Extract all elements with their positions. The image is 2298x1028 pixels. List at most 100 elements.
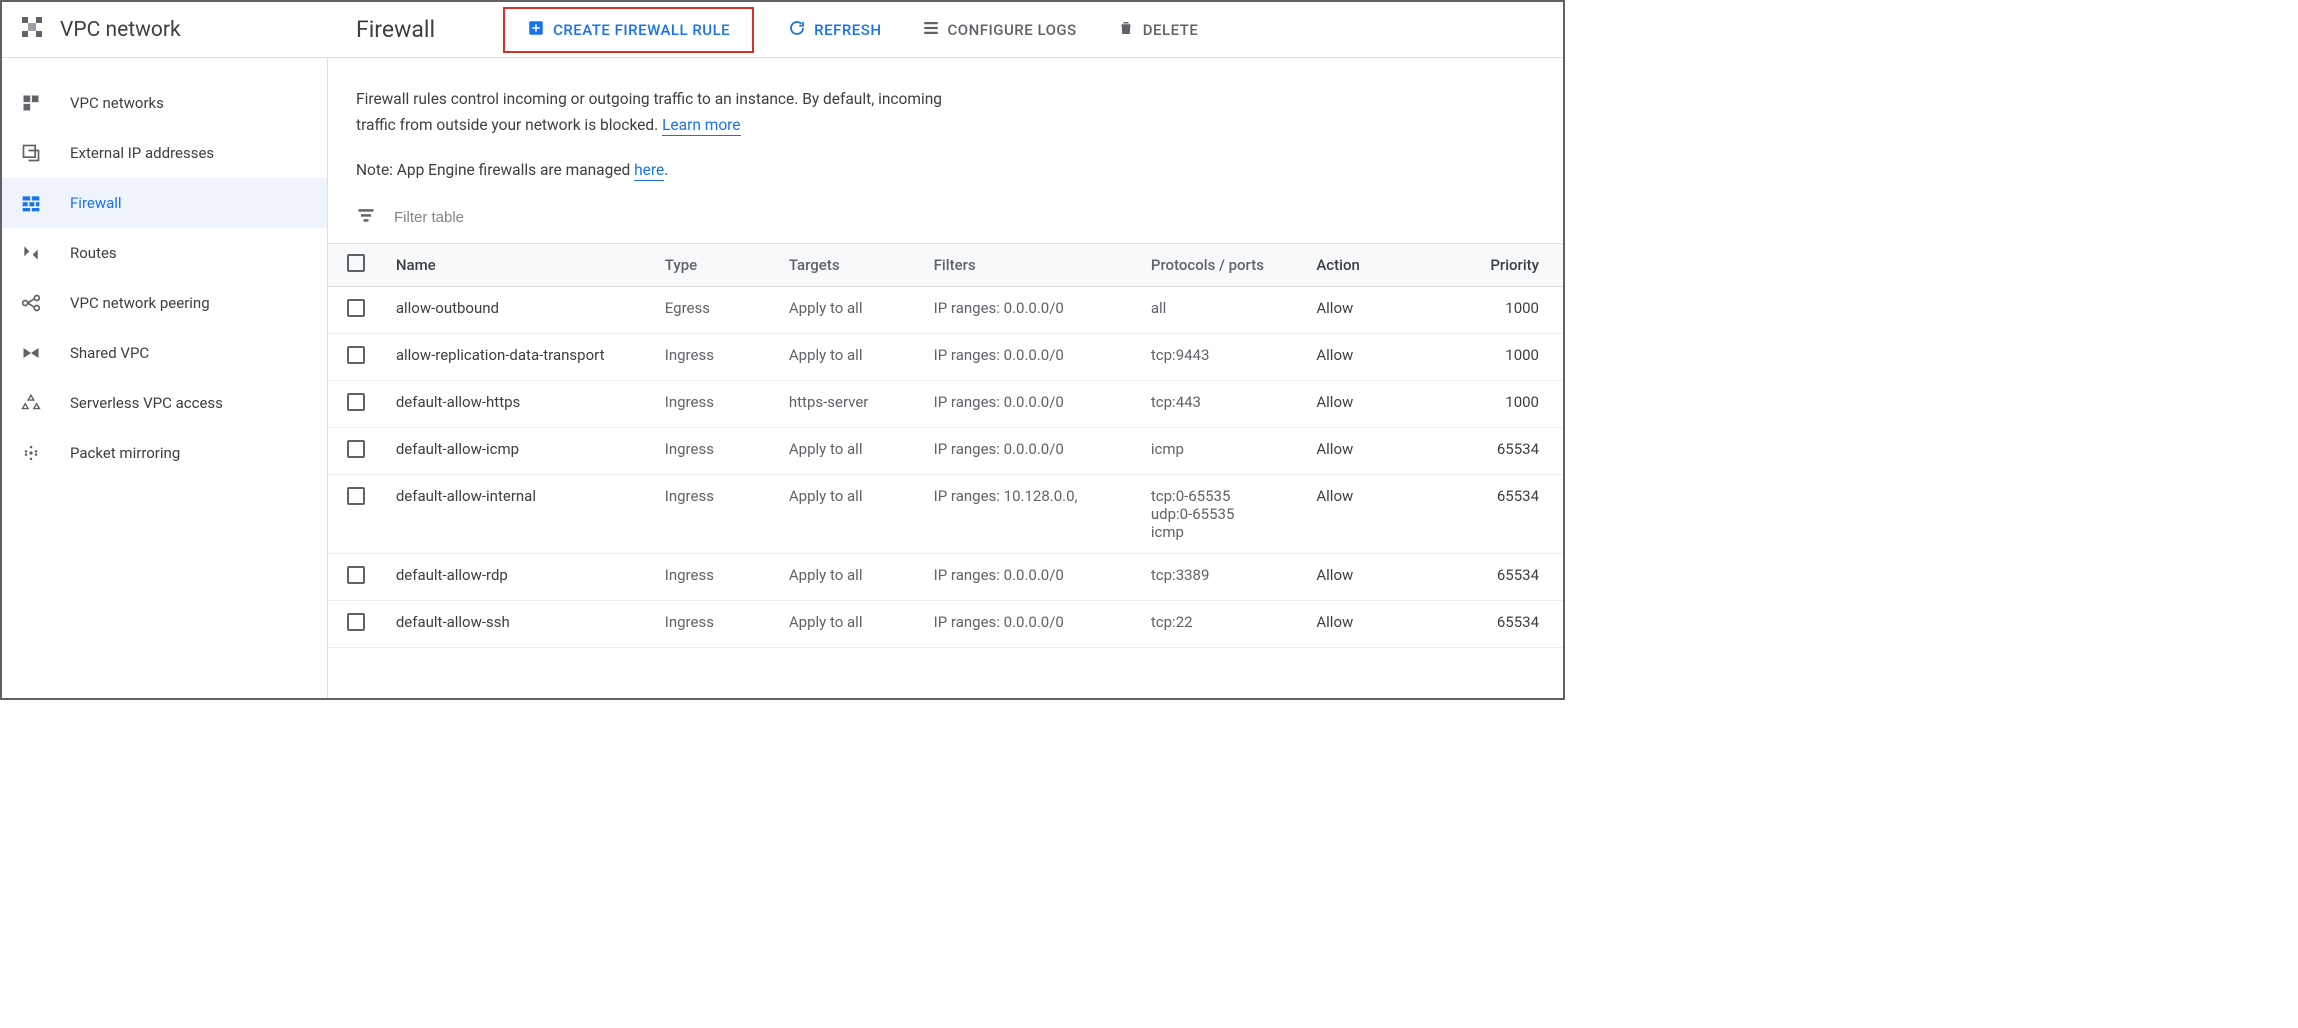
table-row[interactable]: default-allow-sshIngressApply to allIP r… [328,601,1563,648]
cell-targets: Apply to all [777,554,922,601]
table-row[interactable]: default-allow-icmpIngressApply to allIP … [328,428,1563,475]
table-row[interactable]: allow-outboundEgressApply to allIP range… [328,287,1563,334]
cell-name: default-allow-rdp [384,554,653,601]
refresh-icon [788,19,806,41]
create-firewall-rule-button[interactable]: CREATE FIREWALL RULE [503,7,754,53]
sidebar-item-routes[interactable]: Routes [2,228,327,278]
cell-type: Ingress [653,428,777,475]
table-row[interactable]: default-allow-httpsIngresshttps-serverIP… [328,381,1563,428]
cell-filters: IP ranges: 0.0.0.0/0 [922,601,1139,648]
th-type[interactable]: Type [653,244,777,287]
app-engine-here-link[interactable]: here [634,161,664,181]
sidebar-item-peering[interactable]: VPC network peering [2,278,327,328]
th-protocols[interactable]: Protocols / ports [1139,244,1304,287]
row-checkbox[interactable] [347,566,365,584]
refresh-label: REFRESH [814,21,881,39]
cell-protocols: tcp:0-65535udp:0-65535icmp [1139,475,1304,554]
filter-icon[interactable] [356,205,376,229]
row-checkbox[interactable] [347,393,365,411]
page-header: Firewall CREATE FIREWALL RULE REFRESH CO… [328,2,1563,57]
th-name[interactable]: Name [384,244,653,287]
cell-filters: IP ranges: 0.0.0.0/0 [922,428,1139,475]
table-row[interactable]: default-allow-rdpIngressApply to allIP r… [328,554,1563,601]
cell-protocols: tcp:9443 [1139,334,1304,381]
cell-priority: 1000 [1470,381,1563,428]
filter-input[interactable] [394,209,694,226]
sidebar-item-label: Serverless VPC access [70,394,223,412]
row-checkbox[interactable] [347,487,365,505]
cell-action: Allow [1304,475,1469,554]
cell-protocols: tcp:443 [1139,381,1304,428]
cell-filters: IP ranges: 0.0.0.0/0 [922,287,1139,334]
delete-button[interactable]: DELETE [1111,11,1205,49]
select-all-checkbox[interactable] [347,254,365,272]
th-priority[interactable]: Priority [1470,244,1563,287]
cell-targets: https-server [777,381,922,428]
cell-filters: IP ranges: 0.0.0.0/0 [922,554,1139,601]
th-targets[interactable]: Targets [777,244,922,287]
configure-logs-label: CONFIGURE LOGS [948,21,1077,39]
row-checkbox[interactable] [347,440,365,458]
intro-line2a: Note: App Engine firewalls are managed [356,161,634,179]
sidebar-item-label: Firewall [70,194,122,212]
cell-priority: 1000 [1470,334,1563,381]
intro-line2b: . [664,161,668,179]
learn-more-link[interactable]: Learn more [662,116,740,136]
cell-priority: 65534 [1470,475,1563,554]
table-row[interactable]: default-allow-internalIngressApply to al… [328,475,1563,554]
main-content: Firewall rules control incoming or outgo… [328,58,1563,698]
cell-type: Ingress [653,554,777,601]
sidebar-item-shared-vpc[interactable]: Shared VPC [2,328,327,378]
create-firewall-rule-label: CREATE FIREWALL RULE [553,21,730,39]
cell-action: Allow [1304,601,1469,648]
th-action[interactable]: Action [1304,244,1469,287]
cell-protocols: icmp [1139,428,1304,475]
cell-priority: 65534 [1470,601,1563,648]
sidebar-item-packet-mirroring[interactable]: Packet mirroring [2,428,327,478]
table-row[interactable]: allow-replication-data-transportIngressA… [328,334,1563,381]
sidebar-item-serverless[interactable]: Serverless VPC access [2,378,327,428]
configure-logs-icon [922,19,940,41]
refresh-button[interactable]: REFRESH [782,11,887,49]
serverless-icon [20,392,42,414]
product-title-text: VPC network [60,18,181,42]
cell-protocols: tcp:3389 [1139,554,1304,601]
cell-targets: Apply to all [777,601,922,648]
cell-protocols: tcp:22 [1139,601,1304,648]
cell-name: default-allow-ssh [384,601,653,648]
sidebar-item-external-ip[interactable]: External IP addresses [2,128,327,178]
delete-label: DELETE [1143,21,1199,39]
sidebar-item-label: Packet mirroring [70,444,180,462]
cell-type: Ingress [653,601,777,648]
page-title: Firewall [356,16,435,43]
row-checkbox[interactable] [347,299,365,317]
sidebar-item-firewall[interactable]: Firewall [2,178,327,228]
configure-logs-button[interactable]: CONFIGURE LOGS [916,11,1083,49]
sidebar-item-label: Shared VPC [70,344,149,362]
trash-icon [1117,19,1135,41]
cell-name: default-allow-internal [384,475,653,554]
sidebar: VPC networks External IP addresses Firew… [2,58,328,698]
sidebar-item-vpc-networks[interactable]: VPC networks [2,78,327,128]
cell-name: default-allow-icmp [384,428,653,475]
th-filters[interactable]: Filters [922,244,1139,287]
cell-protocols: all [1139,287,1304,334]
intro-line1b: traffic from outside your network is blo… [356,116,662,134]
row-checkbox[interactable] [347,346,365,364]
cell-targets: Apply to all [777,475,922,554]
cell-name: allow-outbound [384,287,653,334]
cell-targets: Apply to all [777,334,922,381]
cell-priority: 65534 [1470,554,1563,601]
cell-type: Ingress [653,381,777,428]
firewall-rules-table: Name Type Targets Filters Protocols / po… [328,243,1563,648]
sidebar-item-label: Routes [70,244,117,262]
packet-mirroring-icon [20,442,42,464]
cell-filters: IP ranges: 0.0.0.0/0 [922,381,1139,428]
cell-action: Allow [1304,334,1469,381]
sidebar-item-label: VPC network peering [70,294,210,312]
intro-line1a: Firewall rules control incoming or outgo… [356,90,942,108]
cell-name: allow-replication-data-transport [384,334,653,381]
cell-action: Allow [1304,554,1469,601]
row-checkbox[interactable] [347,613,365,631]
routes-icon [20,242,42,264]
